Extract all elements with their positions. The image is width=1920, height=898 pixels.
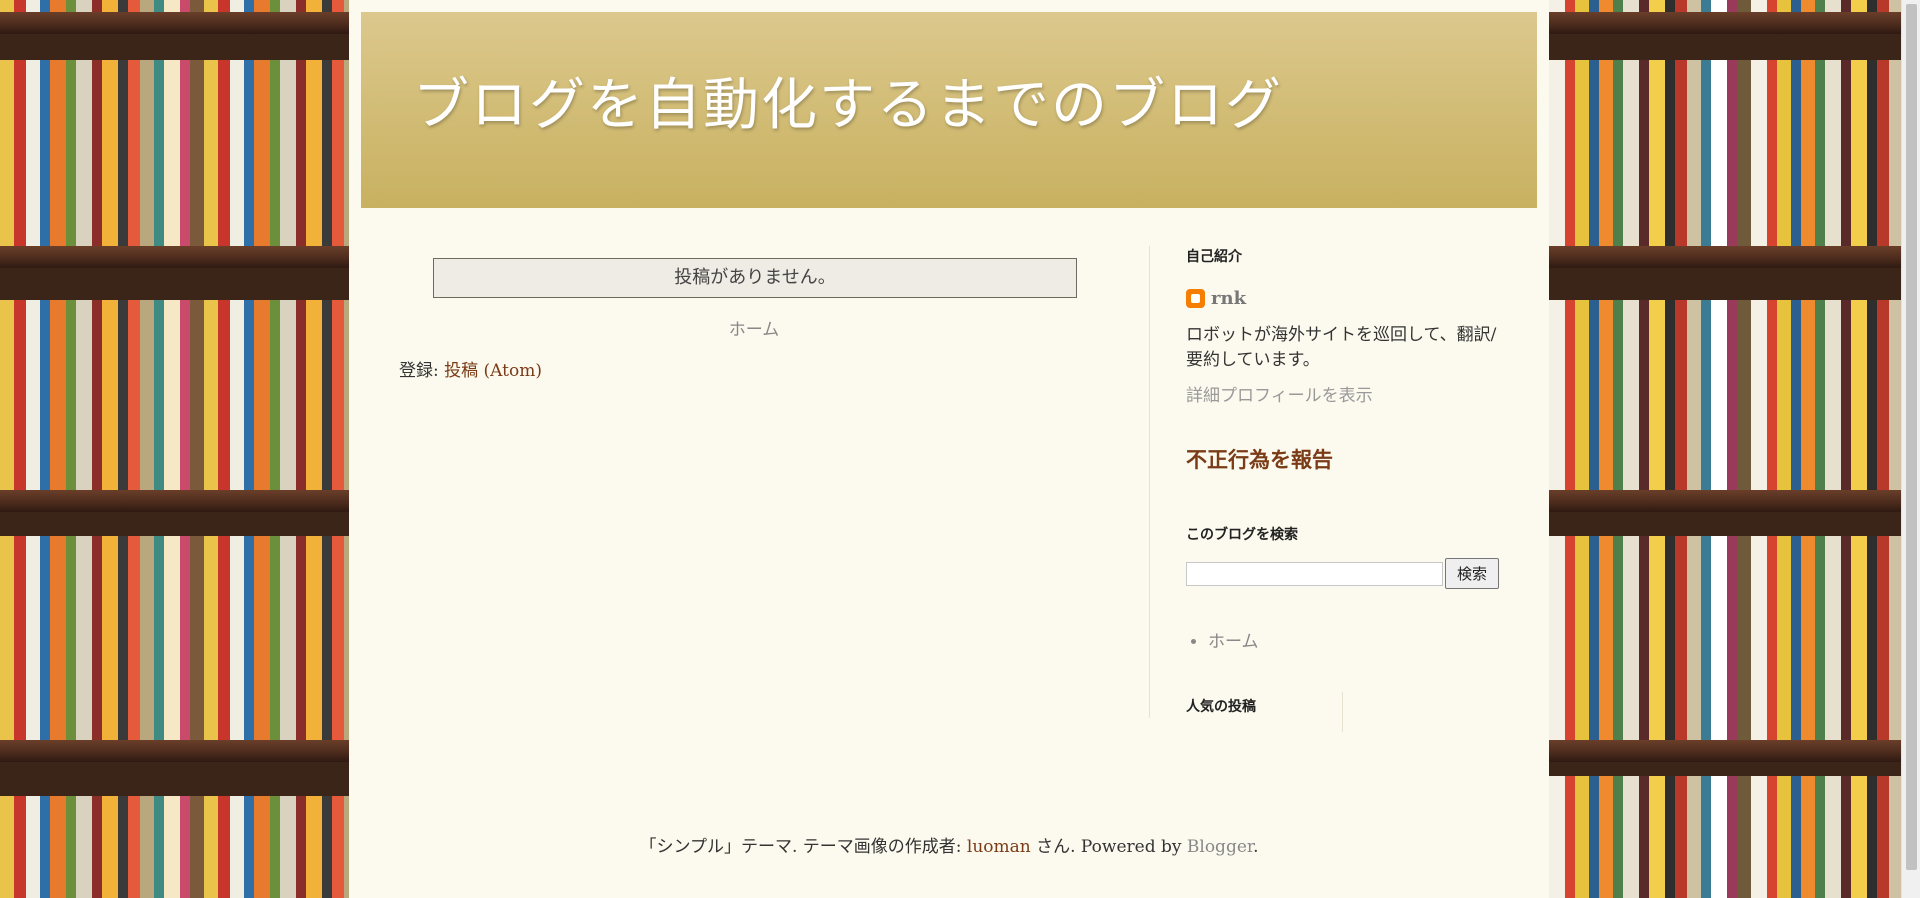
popular-divider xyxy=(1342,692,1343,732)
profile-author[interactable]: rnk xyxy=(1186,288,1508,309)
background-bookshelf-left xyxy=(0,0,349,898)
home-link[interactable]: ホーム xyxy=(399,315,1109,340)
scrollbar-thumb[interactable] xyxy=(1906,4,1917,870)
pages-list: ホーム xyxy=(1186,627,1508,652)
blogger-icon xyxy=(1186,289,1205,308)
atom-feed-link[interactable]: 投稿 (Atom) xyxy=(444,361,542,381)
page-scrollbar[interactable] xyxy=(1901,0,1920,898)
profile-widget-title: 自己紹介 xyxy=(1186,249,1242,265)
profile-description: ロボットが海外サイトを巡回して、翻訳/要約しています。 xyxy=(1186,325,1497,370)
search-widget-title: このブログを検索 xyxy=(1186,527,1298,543)
sidebar: 自己紹介 rnk ロボットが海外サイトを巡回して、翻訳/要約しています。 詳細プ… xyxy=(1186,246,1508,732)
report-abuse-link[interactable]: 不正行為を報告 xyxy=(1186,444,1508,474)
search-button[interactable]: 検索 xyxy=(1445,558,1499,589)
no-posts-message: 投稿がありません。 xyxy=(433,258,1077,298)
profile-name[interactable]: rnk xyxy=(1211,288,1246,309)
footer-theme-text: 「シンプル」テーマ. テーマ画像の作成者: xyxy=(639,837,967,857)
sidebar-divider xyxy=(1149,246,1150,718)
blog-content: ブログを自動化するまでのブログ 投稿がありません。 ホーム 登録: 投稿 (At… xyxy=(349,0,1549,898)
footer: 「シンプル」テーマ. テーマ画像の作成者: luoman さん. Powered… xyxy=(349,832,1549,857)
pages-item-home[interactable]: ホーム xyxy=(1208,627,1508,652)
footer-author-link[interactable]: luoman xyxy=(967,837,1031,857)
background-bookshelf-right xyxy=(1549,0,1901,898)
view-profile-link[interactable]: 詳細プロフィールを表示 xyxy=(1186,381,1508,406)
feed-subscribe: 登録: 投稿 (Atom) xyxy=(399,356,542,381)
feed-prefix: 登録: xyxy=(399,361,445,381)
footer-suffix: さん. Powered by xyxy=(1030,837,1187,857)
blog-title[interactable]: ブログを自動化するまでのブログ xyxy=(413,60,1283,141)
footer-blogger-link[interactable]: Blogger xyxy=(1187,837,1253,857)
search-form: 検索 xyxy=(1186,558,1508,589)
footer-end: . xyxy=(1253,837,1259,857)
blog-header: ブログを自動化するまでのブログ xyxy=(361,12,1537,208)
popular-posts-title: 人気の投稿 xyxy=(1186,699,1256,715)
search-input[interactable] xyxy=(1186,561,1443,586)
popular-posts-widget: 人気の投稿 xyxy=(1186,692,1508,732)
